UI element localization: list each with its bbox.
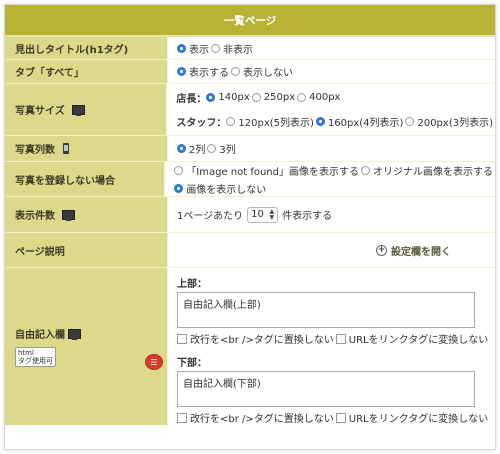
- top-section-label: 上部：: [177, 279, 207, 290]
- radio-image-not-found[interactable]: 「Image not found」画像を表示する: [174, 163, 359, 178]
- row-photo-columns: 写真列数 2列 3列: [5, 136, 495, 162]
- row-photo-size: 写真サイズ 店長： 140px 250px 400px スタッフ： 120px(…: [5, 84, 495, 136]
- checkbox-icon[interactable]: [177, 333, 187, 344]
- panel-title: 一覧ページ: [223, 14, 277, 27]
- radio-heading-hide[interactable]: 非表示: [211, 41, 253, 56]
- radio-selected-icon[interactable]: [315, 117, 325, 126]
- bottom-no-br-checkbox[interactable]: 改行を<br />タグに置換しない: [177, 410, 334, 425]
- row-heading-title: 見出しタイトル(h1タグ) 表示 非表示: [5, 37, 495, 60]
- checkbox-icon[interactable]: [335, 412, 346, 423]
- radio-icon[interactable]: [207, 144, 217, 153]
- row-no-photo: 写真を登録しない場合 「Image not found」画像を表示する オリジナ…: [5, 162, 495, 197]
- top-no-br-checkbox[interactable]: 改行を<br />タグに置換しない: [177, 331, 334, 346]
- updown-arrow-icon: ▲ ▼: [269, 207, 275, 221]
- radio-manager-400[interactable]: 400px: [297, 92, 340, 103]
- radio-heading-show[interactable]: 表示: [177, 41, 209, 56]
- row-label: ページ説明: [5, 233, 168, 267]
- radio-columns-2[interactable]: 2列: [177, 141, 205, 156]
- top-no-url-checkbox[interactable]: URLをリンクタグに変換しない: [335, 331, 488, 346]
- speech-bubble-icon[interactable]: ☰: [145, 354, 163, 370]
- row-label: 写真サイズ: [5, 84, 168, 135]
- html-tag-allowed-badge: html タグ使用可: [15, 347, 56, 367]
- row-label: タブ「すべて」: [5, 60, 168, 83]
- checkbox-icon[interactable]: [335, 333, 346, 344]
- bottom-free-text-area[interactable]: 自由記入欄(下部): [177, 371, 475, 407]
- radio-selected-icon[interactable]: [206, 93, 216, 102]
- radio-manager-140[interactable]: 140px: [206, 92, 250, 103]
- row-label: 写真列数: [5, 136, 168, 161]
- radio-tab-hide[interactable]: 表示しない: [231, 64, 293, 79]
- monitor-icon: [71, 104, 85, 116]
- radio-icon[interactable]: [297, 93, 307, 102]
- radio-tab-show[interactable]: 表示する: [177, 64, 229, 79]
- monitor-icon: [62, 209, 75, 221]
- radio-icon[interactable]: [231, 67, 240, 76]
- checkbox-icon[interactable]: [177, 412, 187, 423]
- plus-circle-icon: +: [376, 244, 387, 256]
- radio-columns-3[interactable]: 3列: [207, 141, 236, 156]
- settings-panel: 一覧ページ 見出しタイトル(h1タグ) 表示 非表示 タブ「すべて」 表示する …: [4, 4, 496, 450]
- bottom-no-url-checkbox[interactable]: URLをリンクタグに変換しない: [335, 410, 488, 425]
- row-display-count: 表示件数 1ページあたり 10 ▲ ▼ 件表示する: [5, 197, 495, 233]
- row-label: 写真を登録しない場合: [5, 162, 166, 196]
- radio-staff-160[interactable]: 160px(4列表示): [315, 114, 403, 129]
- row-label: 見出しタイトル(h1タグ): [5, 37, 168, 59]
- monitor-icon: [68, 328, 81, 340]
- top-free-text-area[interactable]: 自由記入欄(上部): [177, 292, 475, 328]
- row-free-text: 自由記入欄 html タグ使用可 上部： 自由記入欄(上部) 改行を<br />…: [5, 268, 495, 425]
- radio-selected-icon[interactable]: [174, 183, 184, 193]
- radio-selected-icon[interactable]: [177, 67, 186, 76]
- radio-icon[interactable]: [174, 165, 184, 175]
- staff-label: スタッフ：: [176, 118, 227, 129]
- radio-icon[interactable]: [361, 165, 370, 175]
- radio-selected-icon[interactable]: [177, 43, 186, 53]
- radio-staff-120[interactable]: 120px(5列表示): [226, 114, 314, 129]
- smartphone-icon: [63, 143, 69, 154]
- manager-label: 店長：: [176, 94, 207, 105]
- radio-icon[interactable]: [405, 117, 415, 126]
- radio-staff-200[interactable]: 200px(3列表示): [405, 114, 493, 129]
- panel-header: 一覧ページ: [5, 5, 495, 37]
- row-label: 自由記入欄 html タグ使用可: [5, 268, 168, 425]
- radio-icon[interactable]: [226, 117, 236, 126]
- radio-selected-icon[interactable]: [177, 144, 186, 153]
- open-settings-link[interactable]: + 設定欄を開く: [376, 243, 451, 258]
- radio-icon[interactable]: [211, 43, 220, 53]
- bottom-section-label: 下部：: [177, 358, 207, 369]
- row-page-description: ページ説明 + 設定欄を開く: [5, 233, 495, 268]
- radio-original-image[interactable]: オリジナル画像を表示する: [361, 163, 493, 178]
- per-page-suffix: 件表示する: [282, 211, 333, 222]
- radio-no-image[interactable]: 画像を表示しない: [174, 181, 266, 196]
- radio-manager-250[interactable]: 250px: [251, 92, 295, 103]
- radio-icon[interactable]: [251, 93, 261, 102]
- per-page-prefix: 1ページあたり: [177, 211, 244, 222]
- row-tab-all: タブ「すべて」 表示する 表示しない: [5, 60, 495, 84]
- row-label: 表示件数: [5, 197, 168, 232]
- per-page-select[interactable]: 10 ▲ ▼: [247, 206, 279, 223]
